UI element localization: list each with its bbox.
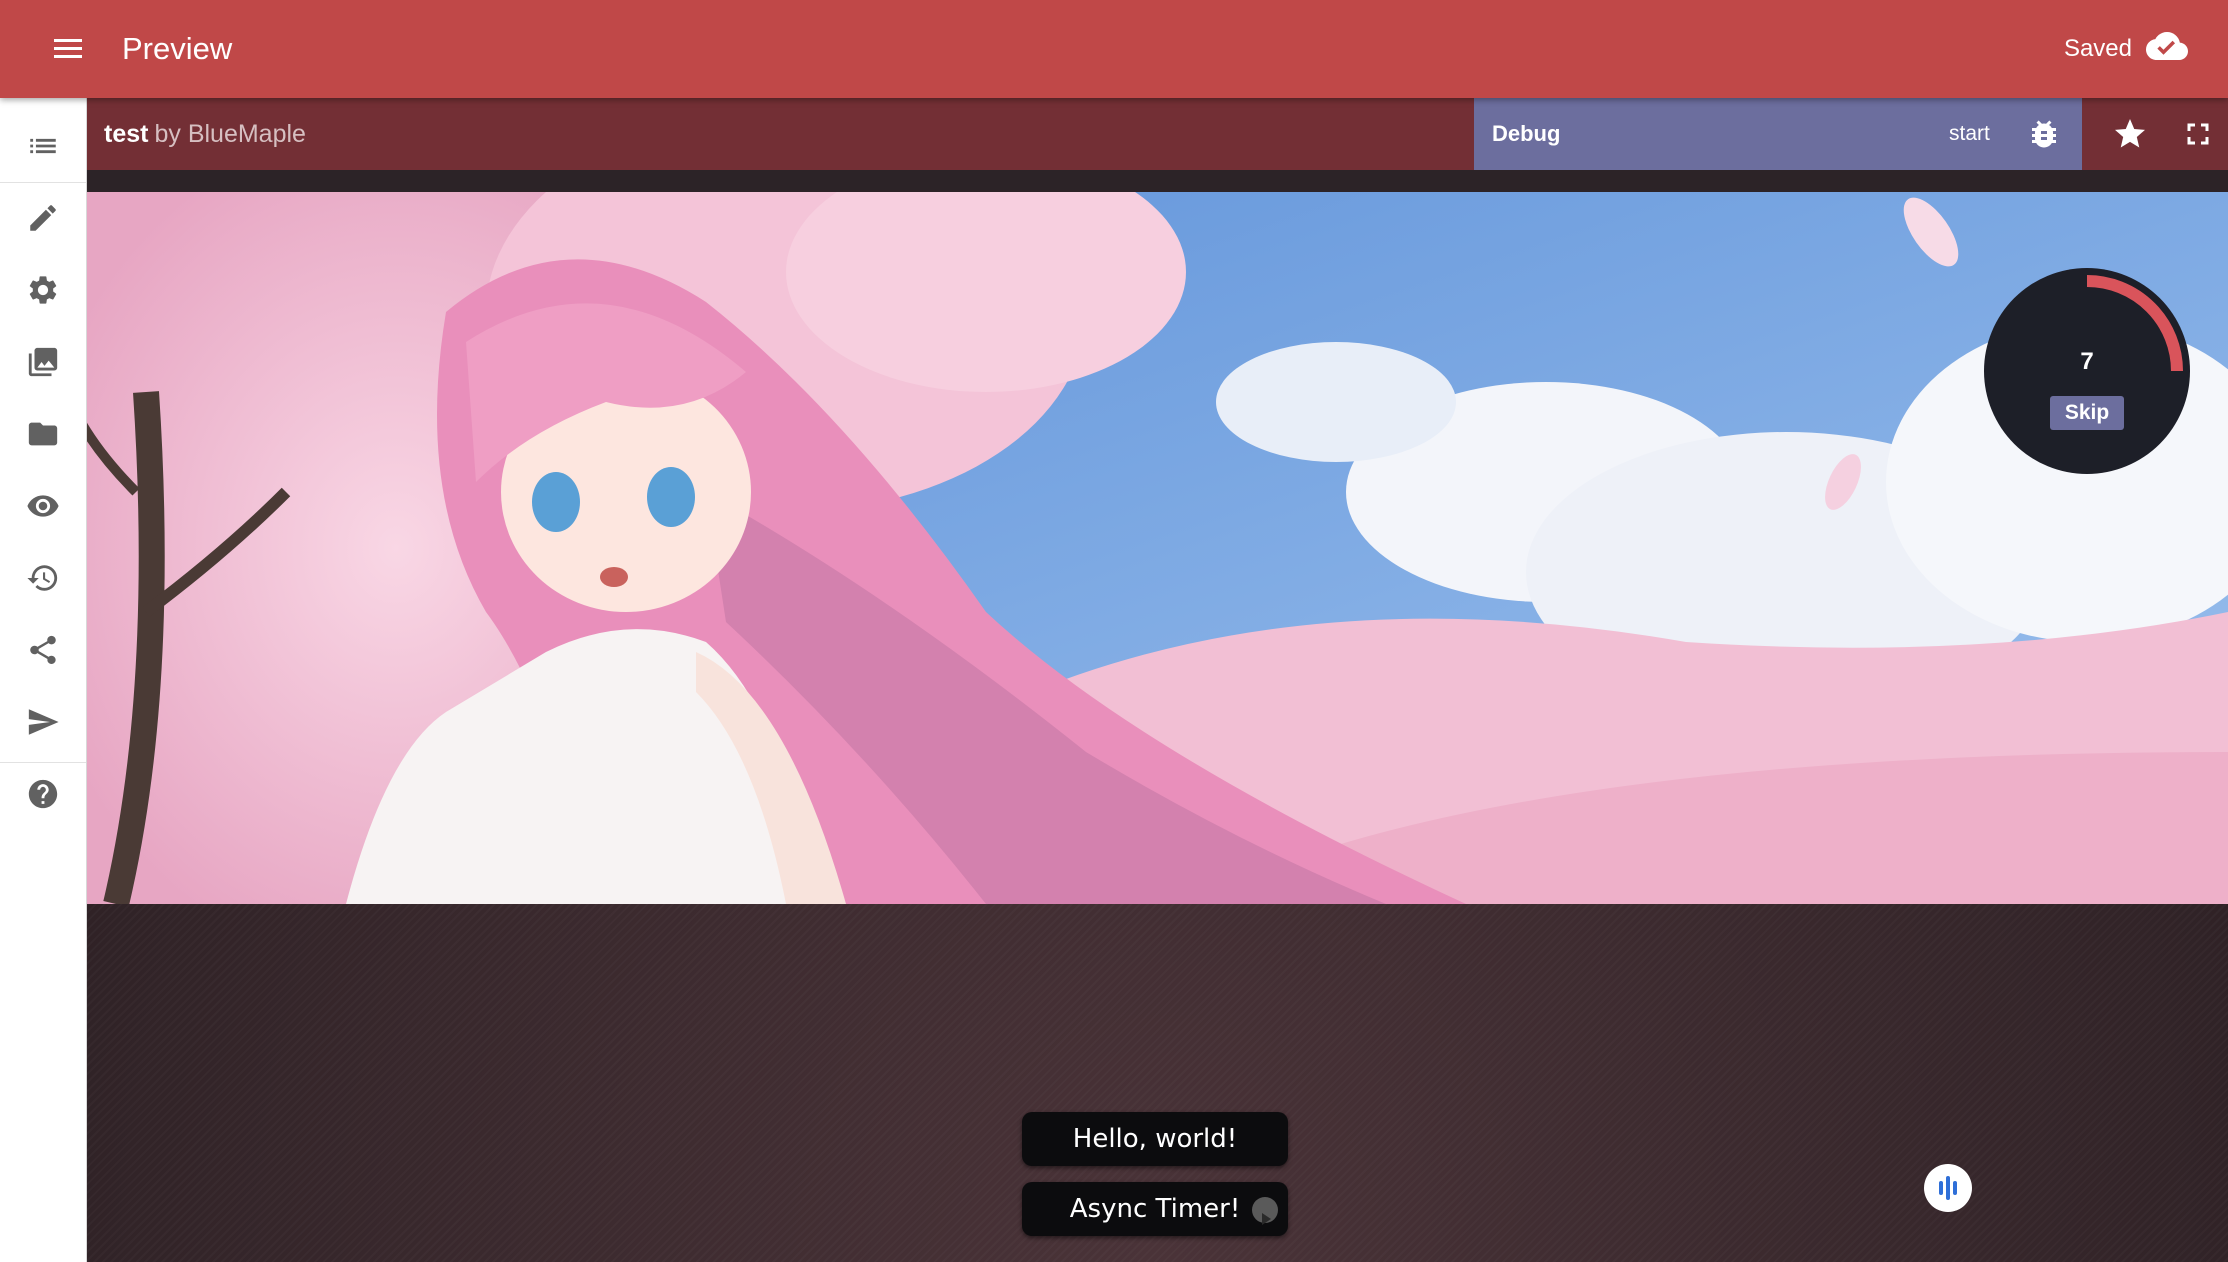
share-icon bbox=[26, 633, 60, 672]
help-icon bbox=[26, 777, 60, 816]
cloud-check-icon bbox=[2146, 25, 2188, 74]
project-author: by BlueMaple bbox=[154, 120, 306, 148]
sidebar-item-share[interactable] bbox=[0, 616, 86, 688]
hamburger-menu-icon[interactable] bbox=[40, 24, 96, 74]
eye-icon bbox=[26, 489, 60, 528]
choice-button[interactable]: Async Timer! bbox=[1022, 1182, 1288, 1236]
story-top-strip bbox=[86, 170, 2228, 192]
gear-icon bbox=[26, 273, 60, 312]
star-icon[interactable] bbox=[2112, 116, 2148, 152]
sidebar-divider bbox=[0, 182, 86, 183]
preview-area: test by BlueMaple Debug start 7 Skip Hel… bbox=[86, 98, 2228, 1262]
sidebar-item-help[interactable] bbox=[0, 760, 86, 832]
pencil-icon bbox=[26, 201, 60, 240]
send-icon bbox=[26, 705, 60, 744]
folder-icon bbox=[26, 417, 60, 456]
page-title: Preview bbox=[122, 31, 233, 66]
sidebar-item-edit[interactable] bbox=[0, 184, 86, 256]
images-icon bbox=[26, 345, 60, 384]
debug-label: Debug bbox=[1492, 121, 1561, 146]
sidebar-item-settings[interactable] bbox=[0, 256, 86, 328]
debug-bar: Debug start bbox=[1474, 98, 2082, 170]
history-icon bbox=[26, 561, 60, 600]
sidebar-item-history[interactable] bbox=[0, 544, 86, 616]
debug-passage-name: start bbox=[1949, 122, 1990, 145]
list-icon bbox=[26, 129, 60, 168]
audio-visualizer-icon[interactable] bbox=[1924, 1164, 1972, 1212]
app-topbar: Preview Saved bbox=[0, 0, 2228, 98]
save-status-label: Saved bbox=[2063, 35, 2132, 62]
sidebar-item-images[interactable] bbox=[0, 328, 86, 400]
sidebar-item-files[interactable] bbox=[0, 400, 86, 472]
sidebar-item-publish[interactable] bbox=[0, 688, 86, 760]
sidebar-item-preview[interactable] bbox=[0, 472, 86, 544]
sidebar-item-list[interactable] bbox=[0, 112, 86, 184]
play-icon bbox=[1252, 1197, 1278, 1225]
choice-label: Hello, world! bbox=[1072, 1124, 1238, 1154]
choice-label: Async Timer! bbox=[1069, 1194, 1241, 1224]
fullscreen-icon[interactable] bbox=[2180, 116, 2216, 152]
save-status[interactable]: Saved bbox=[2064, 24, 2188, 74]
skip-button[interactable]: Skip bbox=[2050, 396, 2124, 430]
story-image bbox=[86, 192, 2228, 904]
choice-button[interactable]: Hello, world! bbox=[1022, 1112, 1288, 1166]
project-name: test bbox=[104, 120, 149, 148]
timer-count: 7 bbox=[2080, 348, 2094, 375]
project-title: test by BlueMaple bbox=[104, 98, 306, 170]
skip-timer: 7 Skip bbox=[1984, 268, 2190, 474]
bug-icon[interactable] bbox=[2026, 116, 2062, 152]
sidebar bbox=[0, 98, 87, 1262]
